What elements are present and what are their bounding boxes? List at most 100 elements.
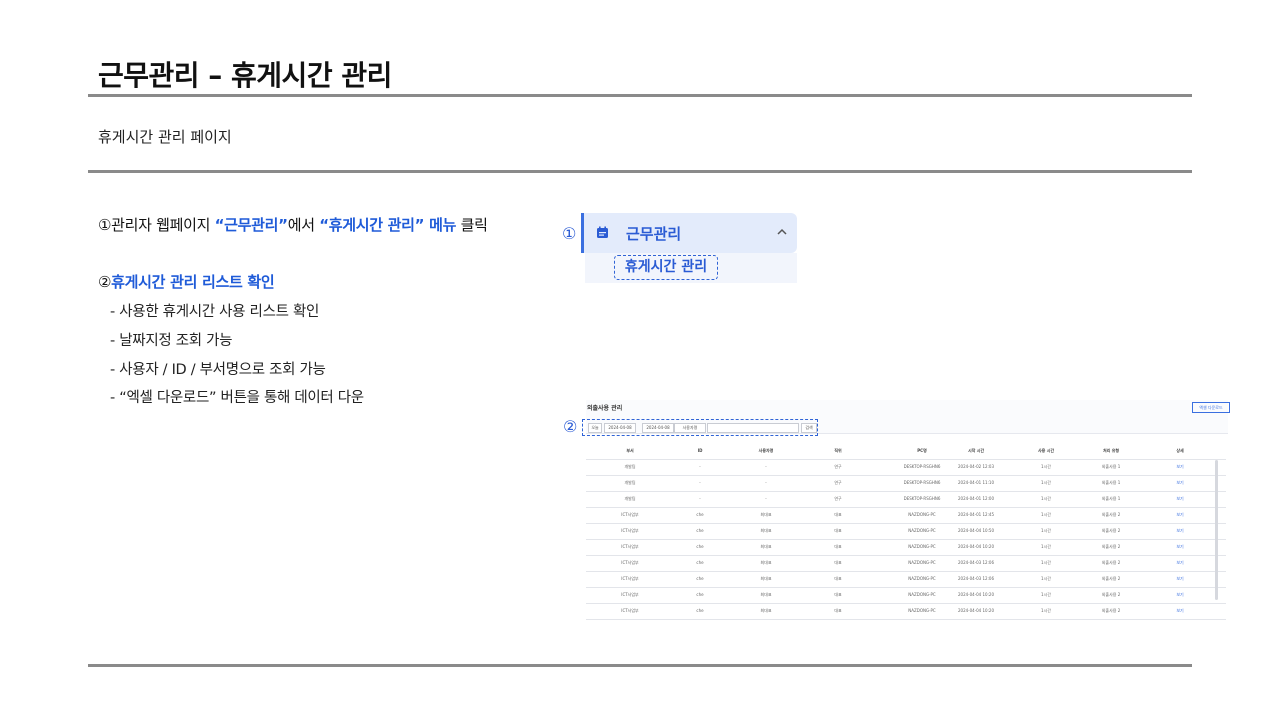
table-cell: che <box>696 528 704 533</box>
detail-link[interactable]: 보기 <box>1176 560 1183 566</box>
table-header-cell: 상세 <box>1176 448 1184 453</box>
table-cell: 2024-04-04 10:20 <box>957 592 995 597</box>
table-cell: 2024-04-02 12:03 <box>957 464 995 469</box>
table-cell: che <box>696 560 704 565</box>
table-header-cell: 시작 시간 <box>967 448 985 453</box>
table-cell: - <box>765 480 767 485</box>
calendar-icon <box>597 226 608 238</box>
detail-link[interactable]: 보기 <box>1176 576 1183 582</box>
table-cell: 외출사용 1 <box>1101 480 1121 485</box>
table-row[interactable]: ICT사업부 che 최대표 대표 NAZDONG-PC 2024-04-04 10:20… <box>586 540 1226 556</box>
table-row[interactable]: ICT사업부 che 최대표 대표 NAZDONG-PC 2024-04-03 12:06… <box>586 556 1226 572</box>
submenu-container: 휴게시간 관리 <box>585 253 797 283</box>
table-cell: - <box>699 464 701 469</box>
table-cell: NAZDONG-PC <box>908 592 936 597</box>
table-cell: 개발팀 <box>624 480 636 485</box>
table-cell: 최대표 <box>760 592 772 597</box>
table-row[interactable]: ICT사업부 che 최대표 대표 NAZDONG-PC 2024-04-04 10:20… <box>586 588 1226 604</box>
table-cell: DESKTOP-RSGHN6 <box>903 496 941 501</box>
table-header-cell: 부서 <box>626 448 634 453</box>
step-2-highlight: 휴게시간 관리 리스트 확인 <box>111 273 275 291</box>
table-cell: 대표 <box>834 608 842 613</box>
table-cell: 2024-04-01 11:10 <box>957 480 995 485</box>
table-cell: 1시간 <box>1041 544 1051 549</box>
table-cell: 2024-04-03 12:06 <box>957 560 995 565</box>
menu-item-break-time[interactable]: 휴게시간 관리 <box>614 255 718 280</box>
table-row[interactable]: ICT사업부 che 최대표 대표 NAZDONG-PC 2024-04-04 10:50… <box>586 524 1226 540</box>
detail-link[interactable]: 보기 <box>1176 480 1183 486</box>
detail-link[interactable]: 보기 <box>1176 464 1183 470</box>
table-cell: che <box>696 576 704 581</box>
table-cell: - <box>765 496 767 501</box>
table-cell: 외출사용 2 <box>1101 512 1121 517</box>
table-cell: ICT사업부 <box>621 560 639 565</box>
table-cell: 최대표 <box>760 528 772 533</box>
table-cell: 대표 <box>834 544 842 549</box>
table-cell: 2024-04-01 12:00 <box>957 496 995 501</box>
detail-link[interactable]: 보기 <box>1176 592 1183 598</box>
table-cell: 1시간 <box>1041 608 1051 613</box>
table-cell: NAZDONG-PC <box>908 544 936 549</box>
step-1-post: 클릭 <box>456 216 488 234</box>
step-2-text: ②휴게시간 관리 리스트 확인 <box>98 271 275 292</box>
table-cell: 외출사용 1 <box>1101 464 1121 469</box>
detail-link[interactable]: 보기 <box>1176 608 1183 614</box>
step-1-mid: 에서 <box>287 216 320 234</box>
table-cell: 개발팀 <box>624 496 636 501</box>
table-cell: 1시간 <box>1041 464 1051 469</box>
table-cell: DESKTOP-RSGHN6 <box>903 464 941 469</box>
table-cell: 대표 <box>834 592 842 597</box>
table-cell: che <box>696 608 704 613</box>
menu-work-management[interactable]: 근무관리 <box>581 213 797 253</box>
chevron-up-icon[interactable] <box>775 225 789 239</box>
table-cell: 2024-04-04 10:20 <box>957 608 995 613</box>
table-cell: 대표 <box>834 576 842 581</box>
table-cell: 외출사용 2 <box>1101 560 1121 565</box>
table-row[interactable]: ICT사업부 che 최대표 대표 NAZDONG-PC 2024-04-01 12:45… <box>586 508 1226 524</box>
table-header-cell: 사용자명 <box>758 448 774 453</box>
detail-link[interactable]: 보기 <box>1176 528 1183 534</box>
table-cell: 외출사용 2 <box>1101 528 1121 533</box>
table-cell: 외출사용 2 <box>1101 544 1121 549</box>
page-subtitle: 휴게시간 관리 페이지 <box>98 128 232 146</box>
table-header-cell: ID <box>697 448 703 453</box>
filter-highlight-box <box>582 419 818 436</box>
table-cell: NAZDONG-PC <box>908 576 936 581</box>
table-cell: 외출사용 2 <box>1101 608 1121 613</box>
step-1-highlight-1: “근무관리” <box>214 216 288 234</box>
excel-download-button[interactable]: 엑셀 다운로드 <box>1192 402 1230 413</box>
table-cell: 1시간 <box>1041 480 1051 485</box>
table-cell: NAZDONG-PC <box>908 512 936 517</box>
table-cell: NAZDONG-PC <box>908 608 936 613</box>
step-2-bullet: - 사용한 휴게시간 사용 리스트 확인 <box>110 304 320 320</box>
table-cell: ICT사업부 <box>621 512 639 517</box>
table-cell: 2024-04-03 12:06 <box>957 576 995 581</box>
step-2-bullet: - 날짜지정 조회 가능 <box>110 333 233 349</box>
table-scrollbar[interactable] <box>1215 460 1218 600</box>
table-cell: 최대표 <box>760 560 772 565</box>
table-row[interactable]: 개발팀 - - 연구 DESKTOP-RSGHN6 2024-04-01 12:00 1시간… <box>586 492 1226 508</box>
table-cell: 연구 <box>834 464 842 469</box>
table-cell: 최대표 <box>760 544 772 549</box>
table-cell: ICT사업부 <box>621 528 639 533</box>
table-cell: ICT사업부 <box>621 608 639 613</box>
table-cell: 2024-04-01 12:45 <box>957 512 995 517</box>
table-row[interactable]: 개발팀 - - 연구 DESKTOP-RSGHN6 2024-04-01 11:10 1시간… <box>586 476 1226 492</box>
table-row[interactable]: ICT사업부 che 최대표 대표 NAZDONG-PC 2024-04-03 12:06… <box>586 572 1226 588</box>
step-1-number: ① <box>98 216 112 234</box>
table-header-cell: 처리 유형 <box>1102 448 1120 453</box>
table-row[interactable]: 개발팀 - - 연구 DESKTOP-RSGHN6 2024-04-02 12:03 1시간… <box>586 460 1226 476</box>
table-cell: 2024-04-04 10:50 <box>957 528 995 533</box>
detail-link[interactable]: 보기 <box>1176 512 1183 518</box>
table-cell: ICT사업부 <box>621 592 639 597</box>
table-row[interactable]: ICT사업부 che 최대표 대표 NAZDONG-PC 2024-04-04 10:20… <box>586 604 1226 620</box>
detail-link[interactable]: 보기 <box>1176 496 1183 502</box>
subtitle-divider <box>88 170 1192 173</box>
detail-link[interactable]: 보기 <box>1176 544 1183 550</box>
table-cell: ICT사업부 <box>621 544 639 549</box>
menu-marker: ① <box>562 224 577 243</box>
table-cell: che <box>696 512 704 517</box>
table-cell: che <box>696 592 704 597</box>
step-2-bullet: - “엑셀 다운로드” 버튼을 통해 데이터 다운 <box>110 390 364 406</box>
page-title: 근무관리 – 휴게시간 관리 <box>98 59 392 92</box>
